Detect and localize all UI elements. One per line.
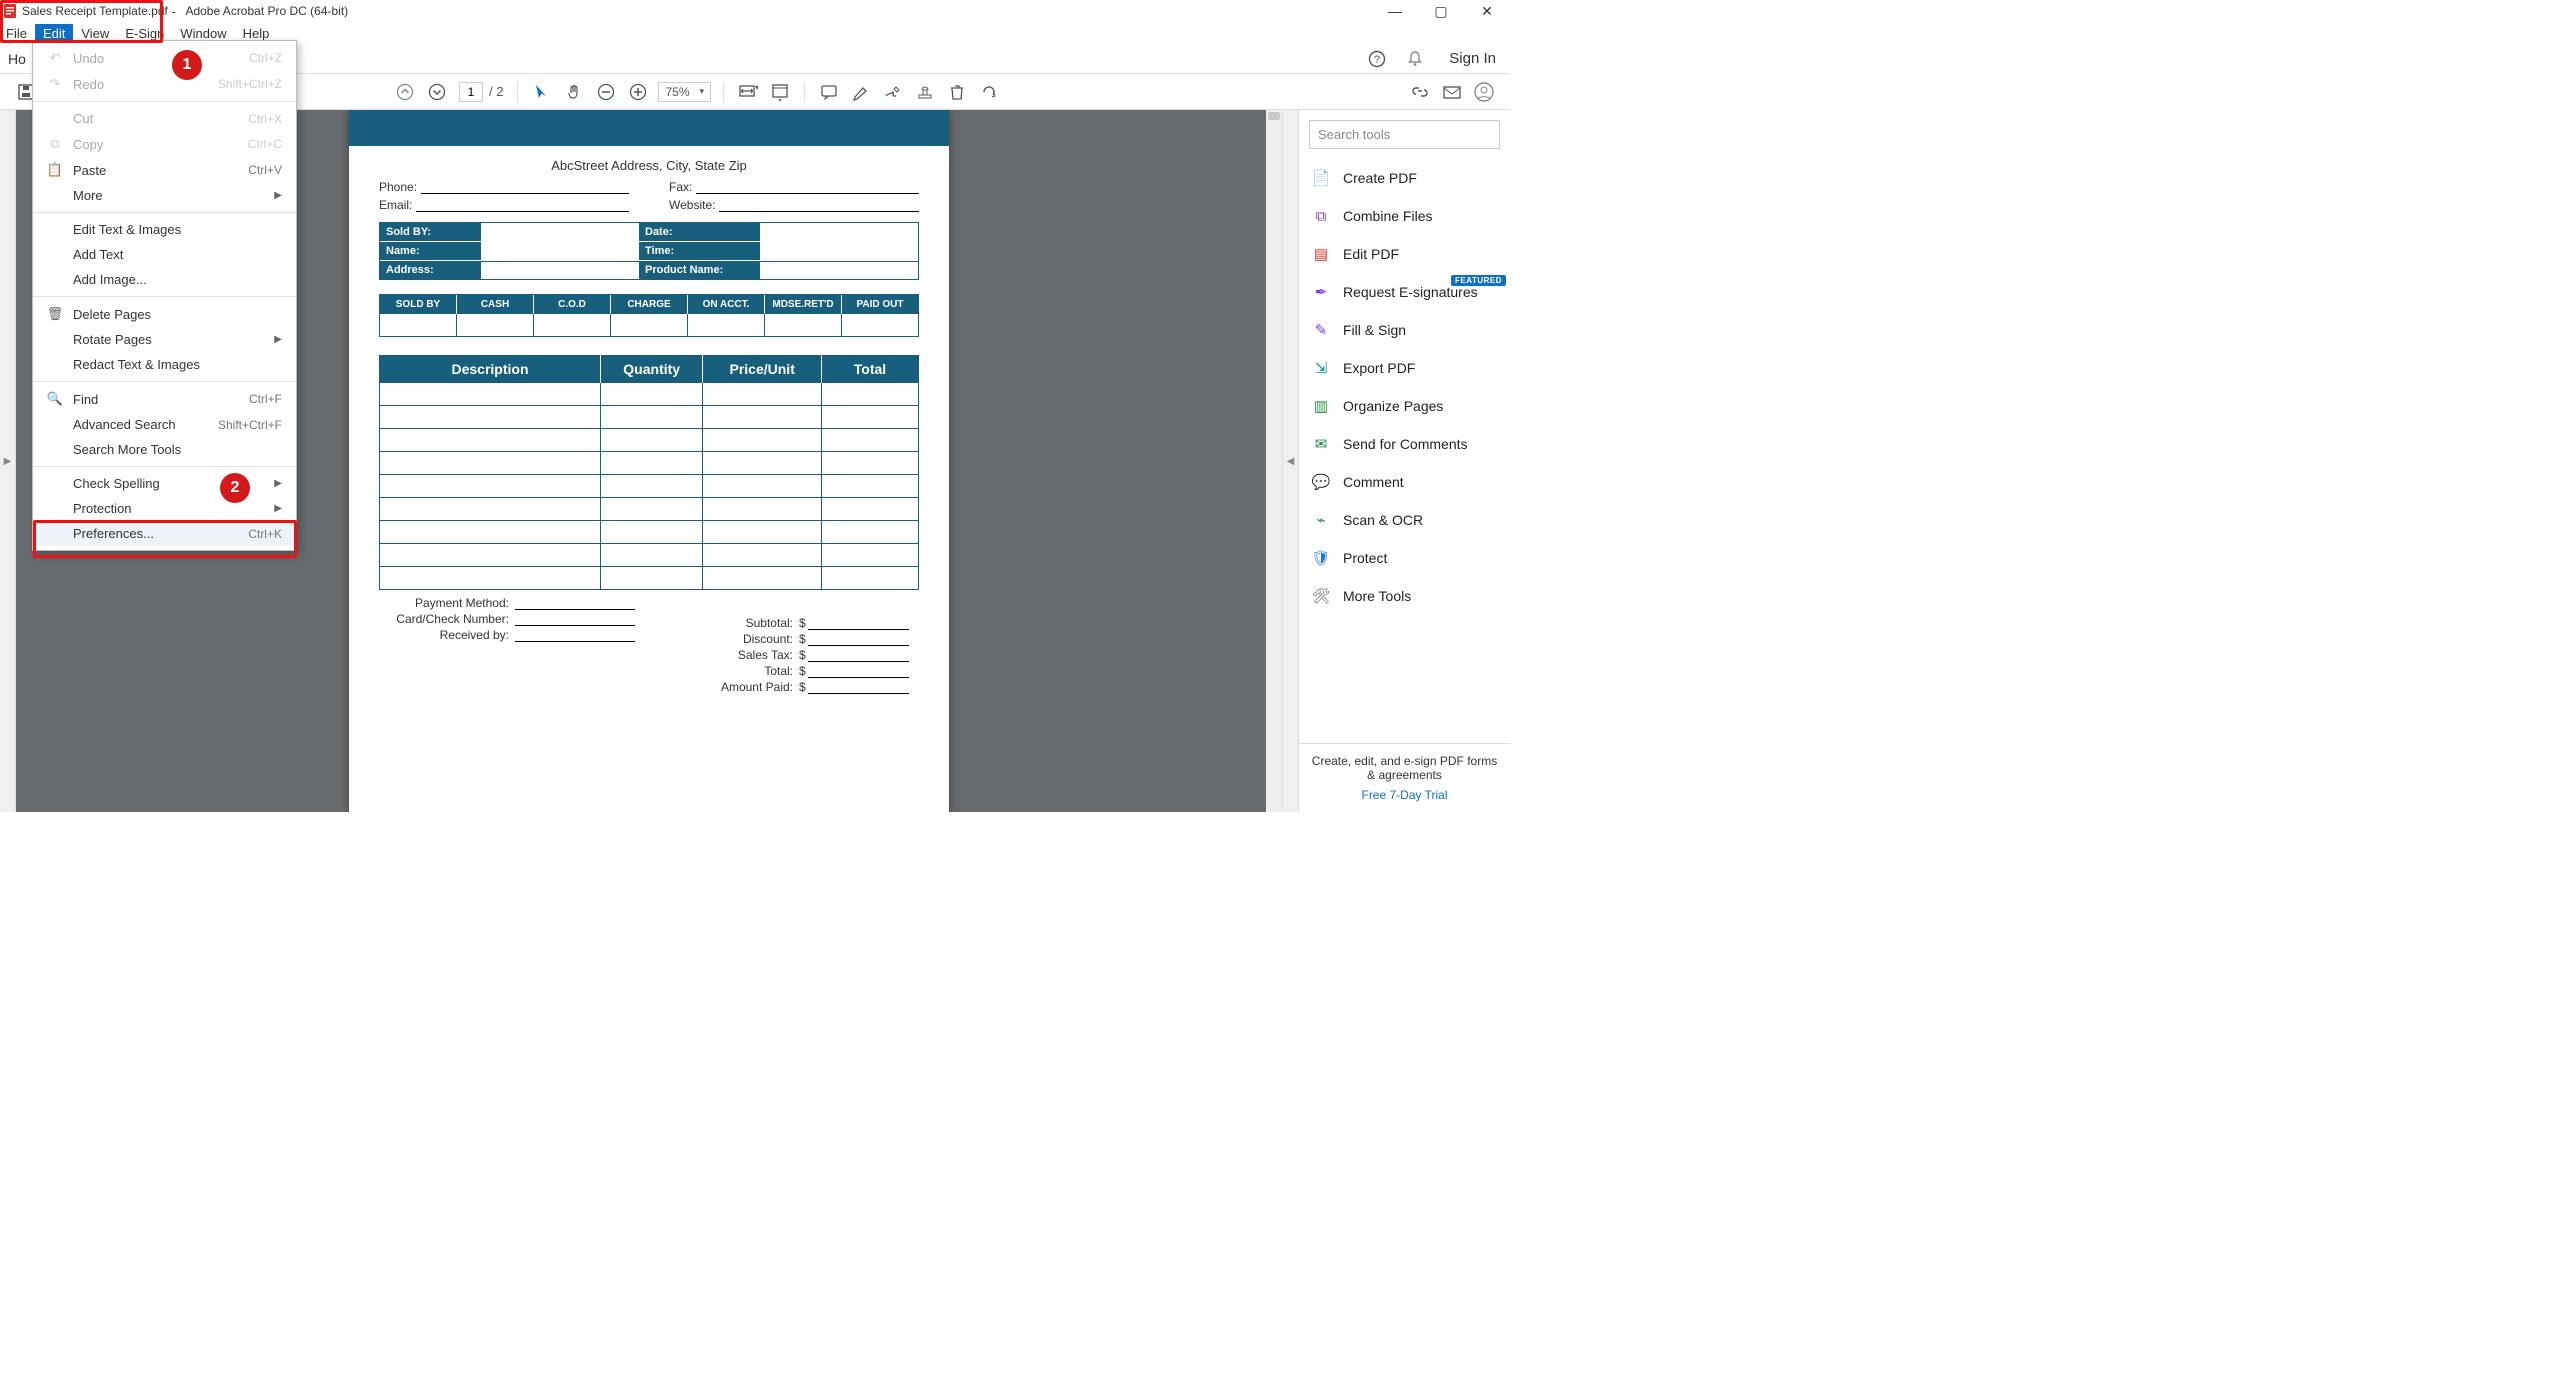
tool-protect[interactable]: 🛡Protect (1299, 539, 1510, 577)
info-table: Sold BY:Date:Name:Time:Address:Product N… (379, 222, 919, 280)
stamp-icon[interactable] (911, 78, 939, 106)
title-bar: Sales Receipt Template.pdf - Adobe Acrob… (0, 0, 1510, 22)
mail-icon[interactable] (1438, 78, 1466, 106)
svg-text:?: ? (1374, 54, 1380, 66)
edit-menu-more[interactable]: More▶ (33, 183, 296, 208)
tool-export-pdf[interactable]: ⇲Export PDF (1299, 349, 1510, 387)
account-icon[interactable] (1470, 78, 1498, 106)
free-trial-link[interactable]: Free 7-Day Trial (1307, 788, 1502, 802)
tool-fill-sign[interactable]: ✎Fill & Sign (1299, 311, 1510, 349)
edit-dropdown: ↶UndoCtrl+Z↷RedoShift+Ctrl+Z CutCtrl+X⧉Co… (32, 40, 297, 551)
edit-menu-search-more-tools[interactable]: Search More Tools (33, 437, 296, 462)
app-title: Adobe Acrobat Pro DC (64-bit) (185, 4, 348, 18)
tool-send-for-comments[interactable]: ✉Send for Comments (1299, 425, 1510, 463)
edit-menu-advanced-search[interactable]: Advanced SearchShift+Ctrl+F (33, 412, 296, 437)
read-mode-icon[interactable] (766, 78, 794, 106)
tool-more-tools[interactable]: 🛠More Tools (1299, 577, 1510, 615)
edit-menu-add-image-[interactable]: Add Image... (33, 267, 296, 292)
vertical-scrollbar[interactable]: ▴ (1266, 110, 1282, 812)
edit-menu-redo: ↷RedoShift+Ctrl+Z (33, 71, 296, 97)
sign-in-button[interactable]: Sign In (1443, 50, 1502, 67)
pdf-page: AbcStreet Address, City, State Zip Phone… (349, 110, 949, 812)
highlight-icon[interactable] (847, 78, 875, 106)
close-button[interactable]: ✕ (1464, 0, 1510, 22)
delete-icon[interactable] (943, 78, 971, 106)
pdf-doc-icon (4, 4, 18, 18)
tools-panel: Search tools 📄Create PDF⧉Combine Files▤E… (1298, 110, 1510, 812)
edit-menu-find[interactable]: 🔍FindCtrl+F (33, 386, 296, 412)
page-up-icon[interactable] (391, 78, 419, 106)
zoom-in-icon[interactable] (624, 78, 652, 106)
tool-organize-pages[interactable]: ▥Organize Pages (1299, 387, 1510, 425)
tool-request-e-signatures[interactable]: ✒Request E-signaturesFEATURED (1299, 273, 1510, 311)
page-indicator: / 2 (459, 82, 503, 102)
sign-icon[interactable] (879, 78, 907, 106)
zoom-out-icon[interactable] (592, 78, 620, 106)
page-input[interactable] (459, 82, 483, 102)
edit-menu-paste[interactable]: 📋PasteCtrl+V (33, 157, 296, 183)
edit-menu-preferences-[interactable]: Preferences...Ctrl+K (33, 521, 296, 546)
payment-type-table: SOLD BYCASHC.O.DCHARGEON ACCT.MDSE.RET'D… (379, 294, 919, 337)
edit-menu-add-text[interactable]: Add Text (33, 242, 296, 267)
doc-header-band (349, 110, 949, 146)
doc-address: AbcStreet Address, City, State Zip (379, 158, 919, 173)
tool-edit-pdf[interactable]: ▤Edit PDF (1299, 235, 1510, 273)
tool-create-pdf[interactable]: 📄Create PDF (1299, 159, 1510, 197)
home-tab[interactable]: Ho (0, 51, 34, 67)
edit-menu-edit-text-images[interactable]: Edit Text & Images (33, 217, 296, 242)
bell-icon[interactable] (1405, 49, 1425, 69)
minimize-button[interactable]: — (1372, 0, 1418, 22)
edit-menu-copy: ⧉CopyCtrl+C (33, 131, 296, 157)
edit-menu-undo: ↶UndoCtrl+Z (33, 45, 296, 71)
page-down-icon[interactable] (423, 78, 451, 106)
tool-scan-ocr[interactable]: ⌁Scan & OCR (1299, 501, 1510, 539)
maximize-button[interactable]: ▢ (1418, 0, 1464, 22)
right-rail-toggle[interactable]: ◀ (1282, 110, 1298, 812)
document-title: Sales Receipt Template.pdf (22, 4, 168, 18)
tool-combine-files[interactable]: ⧉Combine Files (1299, 197, 1510, 235)
page-total: / 2 (489, 84, 503, 99)
svg-text:▾: ▾ (755, 83, 758, 92)
edit-menu-delete-pages[interactable]: 🗑Delete Pages (33, 301, 296, 327)
menu-file[interactable]: File (4, 24, 35, 43)
items-table: DescriptionQuantityPrice/UnitTotal (379, 355, 919, 590)
rotate-icon[interactable] (975, 78, 1003, 106)
edit-menu-redact-text-images[interactable]: Redact Text & Images (33, 352, 296, 377)
edit-menu-protection[interactable]: Protection▶ (33, 496, 296, 521)
panel-footer: Create, edit, and e-sign PDF forms & agr… (1299, 743, 1510, 812)
left-rail-toggle[interactable]: ▶ (0, 110, 16, 812)
tool-comment[interactable]: 💬Comment (1299, 463, 1510, 501)
edit-menu-cut: CutCtrl+X (33, 106, 296, 131)
fit-width-icon[interactable]: ▾ (734, 78, 762, 106)
edit-menu-check-spelling[interactable]: Check Spelling▶ (33, 471, 296, 496)
link-icon[interactable] (1406, 78, 1434, 106)
cursor-icon[interactable] (528, 78, 556, 106)
comment-icon[interactable] (815, 78, 843, 106)
hand-icon[interactable] (560, 78, 588, 106)
help-icon[interactable]: ? (1367, 49, 1387, 69)
zoom-select[interactable]: 75%▾ (658, 82, 711, 102)
edit-menu-rotate-pages[interactable]: Rotate Pages▶ (33, 327, 296, 352)
search-tools-input[interactable]: Search tools (1309, 120, 1500, 149)
